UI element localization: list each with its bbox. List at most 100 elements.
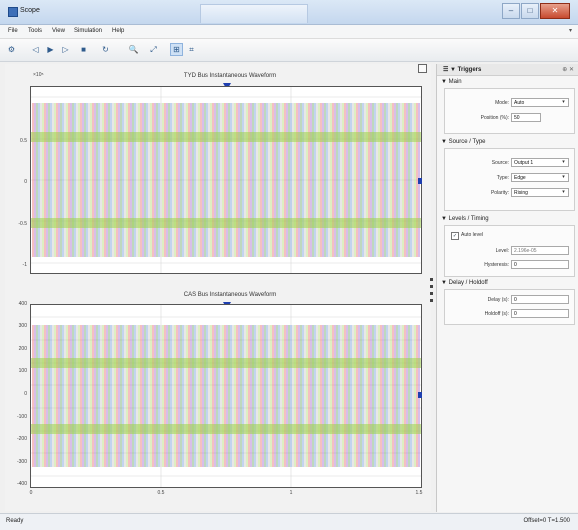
waveform-envelope-band — [31, 358, 421, 368]
plot-2-xtick: 1 — [289, 490, 293, 496]
zoom-icon[interactable]: 🔍 — [128, 44, 139, 55]
plot-1-ytick: -0.5 — [18, 221, 27, 227]
status-text: Ready — [6, 518, 24, 524]
waveform-envelope-band — [31, 424, 421, 434]
holdoff-label: Holdoff (s): — [484, 311, 509, 317]
plot-2-ytick: 100 — [18, 368, 27, 374]
section-delay-label: Delay / Holdoff — [448, 280, 488, 286]
menu-help[interactable]: Help — [112, 28, 124, 34]
triggers-title-text: Triggers — [457, 67, 482, 73]
section-main-box: Mode: Auto ▾ Position (%): 50 — [444, 88, 575, 134]
waveform-envelope-band — [31, 218, 421, 228]
delay-label: Delay (s): — [487, 297, 509, 303]
chevron-down-icon: ▾ — [562, 189, 565, 195]
plot-1-exponent: ×10⁵ — [33, 72, 44, 78]
section-main-toggle[interactable]: ▼ Main — [441, 79, 462, 85]
section-delay-toggle[interactable]: ▼ Delay / Holdoff — [441, 280, 488, 286]
window-title: Scope — [20, 7, 40, 14]
section-source-toggle[interactable]: ▼ Source / Type — [441, 139, 486, 145]
waveform-envelope-band — [31, 132, 421, 142]
menu-file[interactable]: File — [8, 28, 18, 34]
delay-field[interactable]: 0 — [511, 295, 569, 304]
chevron-down-icon: ▾ — [562, 174, 565, 180]
triggers-panel-header: ☰ ▼ Triggers ⊕ ✕ — [437, 64, 578, 76]
section-source-label: Source / Type — [448, 139, 486, 145]
menu-tools[interactable]: Tools — [28, 28, 42, 34]
maximize-button[interactable]: □ — [521, 3, 539, 19]
section-levels-box: ✓ Auto level Level: 2.196e-05 Hysteresis… — [444, 225, 575, 277]
menu-bar: File Tools View Simulation Help ▾ — [0, 25, 578, 39]
polarity-value: Rising — [514, 190, 528, 196]
type-value: Edge — [514, 175, 526, 181]
run-icon[interactable]: ▶ — [45, 44, 56, 55]
scope-app-icon — [8, 7, 18, 17]
triggers-icon[interactable]: ⊞ — [170, 43, 183, 56]
level-field[interactable]: 2.196e-05 — [511, 246, 569, 255]
scope-display: TYD Bus Instantaneous Waveform ×10⁵ 0.5 … — [5, 64, 431, 511]
step-back-icon[interactable]: ◁ — [30, 44, 41, 55]
autoscale-icon[interactable]: ⤢ — [148, 44, 159, 55]
mode-label: Mode: — [495, 100, 509, 106]
polarity-select[interactable]: Rising ▾ — [511, 188, 569, 197]
section-levels-label: Levels / Timing — [448, 216, 489, 222]
settings-icon[interactable]: ⚙ — [6, 44, 17, 55]
section-levels-toggle[interactable]: ▼ Levels / Timing — [441, 216, 489, 222]
trigger-level-marker-1[interactable] — [418, 178, 422, 184]
panel-dock-close-icon[interactable]: ⊕ ✕ — [562, 66, 574, 73]
section-source-box: Source: Output 1 ▾ Type: Edge ▾ Polarity… — [444, 148, 575, 211]
type-select[interactable]: Edge ▾ — [511, 173, 569, 182]
stop-icon[interactable]: ■ — [78, 44, 89, 55]
position-field[interactable]: 50 — [511, 113, 541, 122]
source-label: Source: — [491, 160, 509, 166]
highlight-icon[interactable]: ↻ — [100, 44, 111, 55]
triggers-panel: ☰ ▼ Triggers ⊕ ✕ ▼ Main Mode: Auto ▾ Pos… — [436, 64, 578, 512]
minimize-button[interactable]: – — [502, 3, 520, 19]
plot-2-ytick: -200 — [16, 436, 27, 442]
source-value: Output 1 — [514, 160, 534, 166]
source-select[interactable]: Output 1 ▾ — [511, 158, 569, 167]
chevron-down-icon: ▾ — [562, 99, 565, 105]
scope-window: Scope – □ ✕ File Tools View Simulation H… — [0, 0, 578, 530]
holdoff-field[interactable]: 0 — [511, 309, 569, 318]
auto-level-label: Auto level — [461, 232, 483, 238]
plot-2-axes[interactable] — [30, 304, 422, 488]
plot-1-ytick: 0 — [24, 179, 27, 185]
plot-2-xtick: 0.5 — [157, 490, 165, 496]
menu-simulation[interactable]: Simulation — [74, 28, 102, 34]
status-offset-time: Offset=0 T=1.500 — [523, 518, 570, 524]
plot-1-axes[interactable] — [30, 86, 422, 274]
mode-value: Auto — [514, 100, 525, 106]
plot-2-ytick: -100 — [16, 414, 27, 420]
trigger-level-marker-2[interactable] — [418, 392, 422, 398]
section-main-label: Main — [448, 79, 462, 85]
auto-level-checkbox[interactable]: ✓ — [451, 232, 459, 240]
plot-2-ytick: 0 — [24, 391, 27, 397]
plot-1-title: TYD Bus Instantaneous Waveform — [183, 73, 277, 79]
plot-1-ytick: -1 — [22, 262, 27, 268]
menu-overflow-icon[interactable]: ▾ — [569, 27, 572, 34]
chevron-down-icon: ▾ — [562, 159, 565, 165]
plot-1-ytick: 0.5 — [20, 138, 27, 144]
mode-select[interactable]: Auto ▾ — [511, 98, 569, 107]
hysteresis-label: Hysteresis: — [484, 262, 509, 268]
step-forward-icon[interactable]: ▷ — [60, 44, 71, 55]
plot-1-waveforms — [31, 87, 421, 273]
titlebar-tab — [200, 4, 308, 23]
title-bar: Scope – □ ✕ — [0, 0, 578, 25]
plot-2-waveforms — [31, 305, 421, 487]
close-button[interactable]: ✕ — [540, 3, 570, 19]
menu-view[interactable]: View — [52, 28, 65, 34]
hysteresis-field[interactable]: 0 — [511, 260, 569, 269]
section-delay-box: Delay (s): 0 Holdoff (s): 0 — [444, 289, 575, 325]
plot-2-ytick: -400 — [16, 481, 27, 487]
measurements-icon[interactable]: ⌗ — [186, 44, 197, 55]
plot-2-ytick: -300 — [16, 459, 27, 465]
window-caption-buttons: – □ ✕ — [501, 3, 570, 19]
plot-2-xtick: 0 — [29, 490, 33, 496]
type-label: Type: — [496, 175, 509, 181]
undock-icon[interactable] — [418, 64, 427, 73]
plot-2-ytick: 400 — [18, 301, 27, 307]
level-label: Level: — [495, 248, 509, 254]
plot-2-ytick: 200 — [18, 346, 27, 352]
plot-2-title: CAS Bus Instantaneous Waveform — [183, 292, 277, 298]
